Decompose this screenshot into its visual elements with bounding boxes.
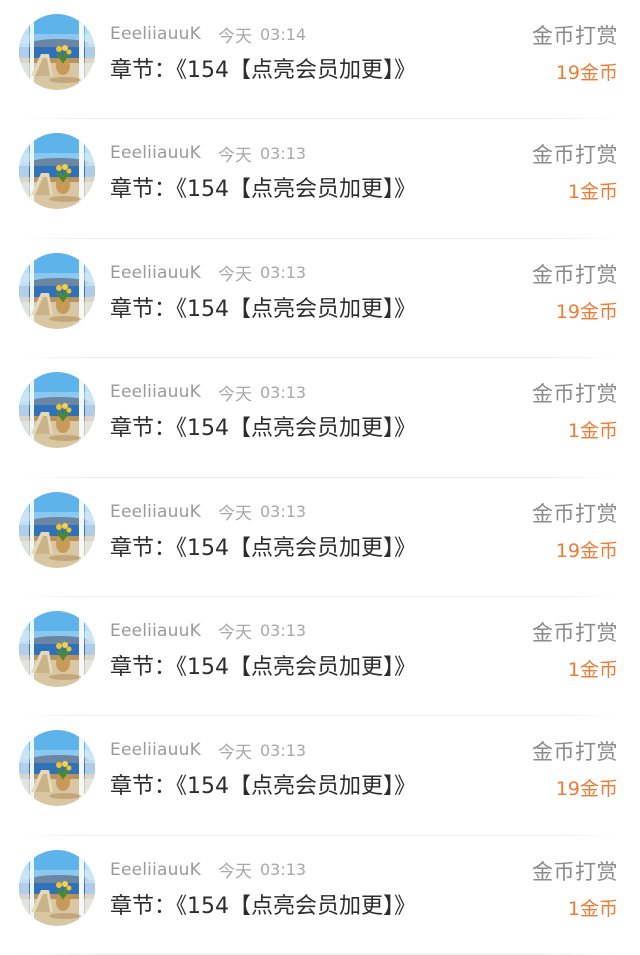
record-day: 今天 [217, 742, 252, 763]
user-avatar[interactable] [19, 491, 95, 568]
record-time: 03:13 [259, 502, 307, 522]
chapter-title[interactable]: 章节：《154【点亮会员加更】》 [110, 650, 416, 686]
reward-record-row[interactable]: EeeliiauuK 今天 03:13 章节：《154【点亮会员加更】》 金币打… [0, 478, 640, 597]
username[interactable]: EeeliiauuK [110, 143, 201, 163]
username[interactable]: EeeliiauuK [110, 502, 201, 522]
reward-amount: 1金币 [567, 420, 618, 443]
user-avatar[interactable] [19, 252, 95, 329]
record-day: 今天 [217, 145, 252, 166]
seaside-window-avatar-icon [19, 14, 95, 90]
record-meta: EeeliiauuK 今天 03:13 [110, 738, 307, 763]
username[interactable]: EeeliiauuK [110, 740, 201, 760]
record-time: 03:13 [259, 143, 307, 163]
reward-amount: 19金币 [555, 539, 618, 562]
record-day: 今天 [217, 504, 252, 525]
record-meta: EeeliiauuK 今天 03:13 [110, 380, 307, 405]
chapter-title[interactable]: 章节：《154【点亮会员加更】》 [110, 531, 416, 567]
reward-record-row[interactable]: EeeliiauuK 今天 03:14 章节：《154【点亮会员加更】》 金币打… [0, 0, 640, 120]
record-meta: EeeliiauuK 今天 03:13 [110, 261, 307, 286]
record-time: 03:13 [259, 263, 307, 283]
user-avatar[interactable] [19, 133, 95, 210]
reward-amount: 19金币 [555, 300, 618, 323]
reward-amount: 19金币 [555, 62, 618, 84]
seaside-window-avatar-icon [19, 730, 95, 807]
record-meta: EeeliiauuK 今天 03:13 [110, 858, 307, 883]
user-avatar[interactable] [19, 372, 95, 449]
reward-record-row[interactable]: EeeliiauuK 今天 03:13 章节：《154【点亮会员加更】》 金币打… [0, 358, 640, 478]
reward-record-row[interactable]: EeeliiauuK 今天 03:13 章节：《154【点亮会员加更】》 金币打… [0, 836, 640, 955]
seaside-window-avatar-icon [19, 133, 95, 210]
record-meta: EeeliiauuK 今天 03:13 [110, 619, 307, 644]
user-avatar[interactable] [19, 730, 95, 807]
record-time: 03:13 [259, 740, 307, 760]
reward-record-row[interactable]: EeeliiauuK 今天 03:13 章节：《154【点亮会员加更】》 金币打… [0, 239, 640, 359]
reward-type: 金币打赏 [532, 24, 618, 48]
reward-type: 金币打赏 [532, 620, 618, 645]
chapter-title[interactable]: 章节：《154【点亮会员加更】》 [110, 292, 416, 328]
record-day: 今天 [217, 384, 252, 405]
reward-type: 金币打赏 [532, 740, 618, 765]
record-time: 03:14 [259, 24, 307, 44]
username[interactable]: EeeliiauuK [110, 24, 201, 44]
record-meta: EeeliiauuK 今天 03:13 [110, 500, 307, 525]
user-avatar[interactable] [19, 610, 95, 687]
reward-amount: 1金币 [567, 181, 618, 204]
reward-amount: 1金币 [567, 897, 618, 920]
reward-type: 金币打赏 [532, 501, 618, 526]
chapter-title[interactable]: 章节：《154【点亮会员加更】》 [110, 889, 416, 925]
record-time: 03:13 [259, 382, 307, 402]
reward-record-row[interactable]: EeeliiauuK 今天 03:13 章节：《154【点亮会员加更】》 金币打… [0, 716, 640, 836]
seaside-window-avatar-icon [19, 849, 95, 926]
username[interactable]: EeeliiauuK [110, 382, 201, 402]
seaside-window-avatar-icon [19, 372, 95, 449]
user-avatar[interactable] [19, 849, 95, 926]
record-day: 今天 [217, 623, 252, 644]
reward-type: 金币打赏 [532, 859, 618, 884]
username[interactable]: EeeliiauuK [110, 860, 201, 880]
record-time: 03:13 [259, 621, 307, 641]
reward-type: 金币打赏 [532, 143, 618, 168]
record-meta: EeeliiauuK 今天 03:14 [110, 22, 307, 47]
chapter-title[interactable]: 章节：《154【点亮会员加更】》 [110, 172, 416, 208]
record-meta: EeeliiauuK 今天 03:13 [110, 141, 307, 166]
seaside-window-avatar-icon [19, 610, 95, 687]
record-day: 今天 [217, 862, 252, 883]
reward-record-row[interactable]: EeeliiauuK 今天 03:13 章节：《154【点亮会员加更】》 金币打… [0, 597, 640, 717]
reward-record-list: EeeliiauuK 今天 03:14 章节：《154【点亮会员加更】》 金币打… [0, 0, 640, 955]
record-day: 今天 [217, 26, 252, 47]
reward-type: 金币打赏 [532, 262, 618, 287]
reward-record-row[interactable]: EeeliiauuK 今天 03:13 章节：《154【点亮会员加更】》 金币打… [0, 119, 640, 239]
reward-type: 金币打赏 [532, 382, 618, 407]
seaside-window-avatar-icon [19, 252, 95, 329]
record-time: 03:13 [259, 860, 307, 880]
user-avatar[interactable] [19, 14, 95, 90]
reward-amount: 1金币 [567, 658, 618, 681]
seaside-window-avatar-icon [19, 491, 95, 568]
reward-amount: 19金币 [555, 778, 618, 801]
username[interactable]: EeeliiauuK [110, 621, 201, 641]
chapter-title[interactable]: 章节：《154【点亮会员加更】》 [110, 411, 416, 447]
chapter-title[interactable]: 章节：《154【点亮会员加更】》 [110, 53, 416, 89]
username[interactable]: EeeliiauuK [110, 263, 201, 283]
record-day: 今天 [217, 265, 252, 286]
chapter-title[interactable]: 章节：《154【点亮会员加更】》 [110, 769, 416, 805]
